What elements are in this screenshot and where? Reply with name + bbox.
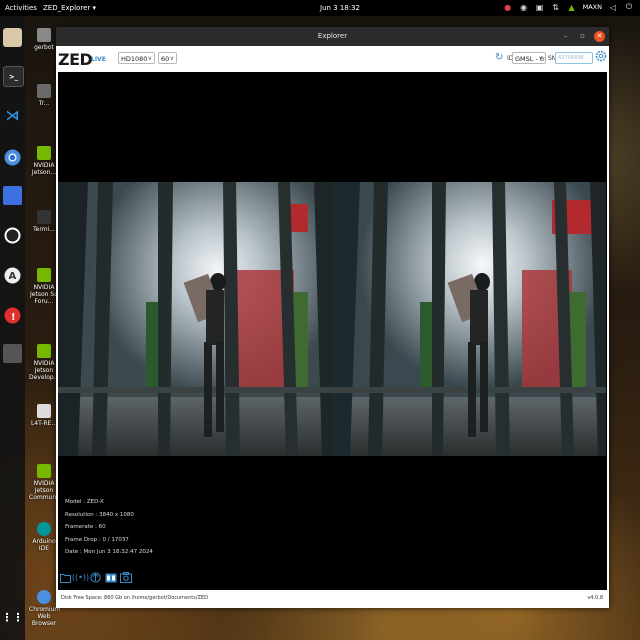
serial-number-field[interactable]: 42706498 xyxy=(555,52,593,64)
window-controls: – ▫ ✕ xyxy=(560,31,605,42)
chevron-down-icon: ∨ xyxy=(169,55,174,62)
chevron-down-icon: ∨ xyxy=(147,55,152,62)
apps-grid-icon[interactable]: ⋮⋮ xyxy=(2,608,24,627)
arduino-icon xyxy=(37,522,51,536)
refresh-icon[interactable]: ↻ xyxy=(495,52,503,63)
desktop-icon-label: NVIDIA Jetson Develop... xyxy=(29,360,60,381)
desktop-icon-label: Tr... xyxy=(38,100,50,107)
screenshot-icon[interactable] xyxy=(3,186,22,205)
nvidia-icon xyxy=(37,464,51,478)
record-icon[interactable] xyxy=(104,571,117,584)
camera-info-overlay: Model : ZED-X Resolution : 3840 x 1080 F… xyxy=(65,496,153,559)
snapshot-icon[interactable] xyxy=(119,571,132,584)
video-viewport[interactable]: Model : ZED-X Resolution : 3840 x 1080 F… xyxy=(58,72,607,590)
right-camera-view xyxy=(332,182,606,456)
minimize-icon[interactable]: – xyxy=(560,31,571,42)
terminal-icon xyxy=(37,210,51,224)
nvidia-icon xyxy=(37,344,51,358)
toolbar: ZED LIVE HD1080 ∨ 60 ∨ ↻ ID GMSL - 0 ∨ S… xyxy=(56,46,609,72)
left-camera-view xyxy=(58,182,332,456)
desktop-icon-jetson-forum[interactable]: NVIDIA Jetson Su Foru... xyxy=(29,268,59,305)
model-text: Model : ZED-X xyxy=(65,499,104,505)
desktop-icon-label: Chromium Web Browser xyxy=(29,606,61,627)
desktop-icon-chromium[interactable]: Chromium Web Browser xyxy=(29,590,61,627)
stream-icon[interactable]: ((•)) xyxy=(72,571,89,584)
svg-text:!: ! xyxy=(11,312,16,323)
window-titlebar[interactable]: Explorer – ▫ ✕ xyxy=(56,27,609,46)
zed-logo: ZED xyxy=(58,50,93,69)
desktop-icon-jetson[interactable]: NVIDIA Jetson... xyxy=(29,146,59,176)
resolution-text: Resolution : 3840 x 1080 xyxy=(65,511,134,518)
power-icon[interactable]: ⏻ xyxy=(624,2,634,12)
home-folder-icon xyxy=(37,28,51,42)
screen-icon[interactable]: ▣ xyxy=(535,2,545,12)
chevron-down-icon: ∨ xyxy=(538,55,543,62)
desktop-icon-arduino[interactable]: Arduino IDE xyxy=(29,522,59,552)
nvidia-icon xyxy=(37,146,51,160)
text-editor-icon[interactable]: A xyxy=(3,266,22,285)
terminal-icon[interactable]: >_ xyxy=(3,66,24,87)
window-icon[interactable] xyxy=(3,344,22,363)
desktop-icon-label: gerbot xyxy=(34,44,54,51)
files-icon[interactable] xyxy=(3,28,22,47)
desktop-icon-label: Termi... xyxy=(33,226,55,233)
network-icon[interactable]: ⇅ xyxy=(551,2,561,12)
nvidia-power-icon[interactable]: ▲ xyxy=(567,2,577,12)
framerate-text: Framerate : 60 xyxy=(65,524,106,530)
software-icon[interactable]: ! xyxy=(3,306,22,325)
imu-icon[interactable] xyxy=(89,571,102,584)
system-tray[interactable]: ● ◉ ▣ ⇅ ▲ MAXN ◁ ⏻ xyxy=(503,2,634,12)
frame-drop-text: Frame Drop : 0 / 17037 xyxy=(65,536,129,543)
desktop-icon-label: NVIDIA Jetson Su Foru... xyxy=(30,284,58,305)
chrome-icon[interactable]: ◉ xyxy=(519,2,529,12)
desktop-icon-jetson-community[interactable]: NVIDIA Jetson Commun... xyxy=(29,464,62,501)
clock[interactable]: Jun 3 18:32 xyxy=(320,4,360,12)
version-label: v4.0.8 xyxy=(587,595,603,601)
chromium-icon xyxy=(37,590,51,604)
fps-select[interactable]: 60 ∨ xyxy=(158,52,177,64)
date-text: Date : Mon Jun 3 18:32:47 2024 xyxy=(65,549,153,555)
maximize-icon[interactable]: ▫ xyxy=(577,31,588,42)
app-menu[interactable]: ZED_Explorer ▾ xyxy=(43,4,96,12)
top-bar: Activities ZED_Explorer ▾ Jun 3 18:32 ● … xyxy=(0,0,640,16)
resolution-value: HD1080 xyxy=(121,55,148,63)
desktop-icon-label: L4T-RE... xyxy=(30,420,58,427)
settings-icon[interactable] xyxy=(595,50,607,64)
close-icon[interactable]: ✕ xyxy=(594,31,605,42)
zed-explorer-window: Explorer – ▫ ✕ ZED LIVE HD1080 ∨ 60 ∨ ↻ … xyxy=(56,27,609,608)
desktop-icon-l4t[interactable]: L4T-RE... xyxy=(29,404,59,427)
desktop-icon-jetson-developer[interactable]: NVIDIA Jetson Develop... xyxy=(29,344,59,381)
document-icon xyxy=(37,404,51,418)
desktop-icon-trash[interactable]: Tr... xyxy=(29,84,59,107)
disk-space-status: Disk Free Space: 860 Gb on /home/gerbot/… xyxy=(61,595,208,601)
live-indicator: LIVE xyxy=(91,56,106,63)
desktop-icon-label: Arduino IDE xyxy=(32,538,56,552)
desktop-icon-terminal[interactable]: Termi... xyxy=(29,210,59,233)
volume-icon[interactable]: ◁ xyxy=(608,2,618,12)
power-mode-label[interactable]: MAXN xyxy=(583,3,602,11)
nvidia-icon[interactable]: ● xyxy=(503,2,513,12)
desktop-icon-label: NVIDIA Jetson... xyxy=(31,162,57,176)
trash-icon xyxy=(37,84,51,98)
activities-button[interactable]: Activities xyxy=(5,4,37,12)
serial-number-value: 42706498 xyxy=(558,55,584,61)
bottom-toolbar: ((•)) xyxy=(59,571,132,584)
folder-icon[interactable] xyxy=(59,571,72,584)
fps-value: 60 xyxy=(161,55,170,63)
obs-icon[interactable] xyxy=(3,226,22,245)
vscode-icon[interactable]: ⋊ xyxy=(3,106,22,125)
svg-text:A: A xyxy=(9,271,17,282)
window-title: Explorer xyxy=(317,32,348,40)
dock: >_ ⋊ A ! ⋮⋮ xyxy=(0,16,25,640)
nvidia-icon xyxy=(37,268,51,282)
desktop-icon-home[interactable]: gerbot xyxy=(29,28,59,51)
resolution-select[interactable]: HD1080 ∨ xyxy=(118,52,155,64)
id-select[interactable]: GMSL - 0 ∨ xyxy=(512,52,546,64)
chromium-icon[interactable] xyxy=(3,148,22,167)
